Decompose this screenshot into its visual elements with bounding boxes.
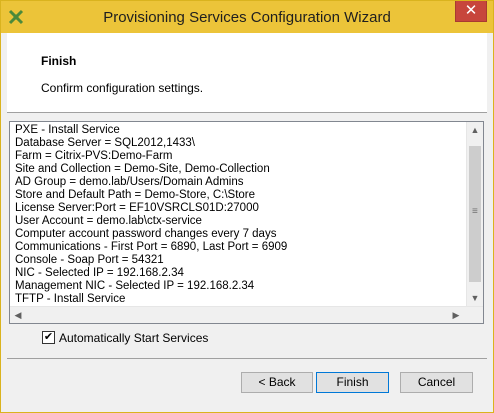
summary-line: Store and Default Path = Demo-Store, C:\…	[15, 189, 256, 201]
summary-line: License Server:Port = EF10VSRCLS01D:2700…	[15, 202, 259, 214]
summary-line: Computer account password changes every …	[15, 228, 277, 240]
summary-line: Communications - First Port = 6890, Last…	[15, 241, 288, 253]
close-button[interactable]: ✕	[455, 1, 487, 22]
scroll-right-button[interactable]: ▶	[448, 307, 464, 323]
cancel-button[interactable]: Cancel	[400, 372, 473, 393]
auto-start-checkbox[interactable]: ✔	[42, 331, 55, 344]
summary-line: PXE - Install Service	[15, 124, 120, 136]
summary-line: TFTP - Install Service	[15, 293, 126, 305]
summary-lines: PXE - Install Service Database Server = S…	[15, 124, 465, 306]
scroll-left-button[interactable]: ◀	[10, 307, 26, 323]
summary-line: Site and Collection = Demo-Site, Demo-Co…	[15, 163, 270, 175]
page-title: Finish	[41, 54, 77, 68]
settings-summary-box[interactable]: PXE - Install Service Database Server = S…	[9, 121, 484, 324]
summary-line: AD Group = demo.lab/Users/Domain Admins	[15, 176, 244, 188]
summary-line: Farm = Citrix-PVS:Demo-Farm	[15, 150, 173, 162]
vertical-scroll-thumb[interactable]: ≡	[469, 146, 481, 282]
finish-button[interactable]: Finish	[316, 372, 389, 393]
summary-line: Management NIC - Selected IP = 192.168.2…	[15, 280, 255, 292]
scroll-down-button[interactable]: ▼	[467, 290, 483, 306]
horizontal-scrollbar[interactable]: ◀ ▶	[10, 306, 483, 323]
scroll-up-button[interactable]: ▲	[467, 122, 483, 138]
summary-line: User Account = demo.lab\ctx-service	[15, 215, 202, 227]
vertical-scrollbar[interactable]: ▲ ≡ ▼	[466, 122, 483, 306]
summary-line: NIC - Selected IP = 192.168.2.34	[15, 267, 184, 279]
title-bar[interactable]: Provisioning Services Configuration Wiza…	[1, 1, 493, 33]
checkmark-icon: ✔	[43, 331, 54, 343]
window-title: Provisioning Services Configuration Wiza…	[103, 9, 391, 26]
summary-line: Console - Soap Port = 54321	[15, 254, 164, 266]
back-button[interactable]: < Back	[241, 372, 313, 393]
page-subtitle: Confirm configuration settings.	[41, 81, 204, 95]
footer-divider	[7, 358, 487, 359]
wizard-header: Finish Confirm configuration settings.	[7, 33, 487, 113]
wizard-content: Finish Confirm configuration settings. P…	[7, 33, 487, 407]
summary-line: Database Server = SQL2012,1433\	[15, 137, 195, 149]
auto-start-label[interactable]: Automatically Start Services	[59, 331, 208, 345]
wizard-window: Provisioning Services Configuration Wiza…	[0, 0, 494, 413]
grip-icon: ≡	[472, 206, 478, 217]
